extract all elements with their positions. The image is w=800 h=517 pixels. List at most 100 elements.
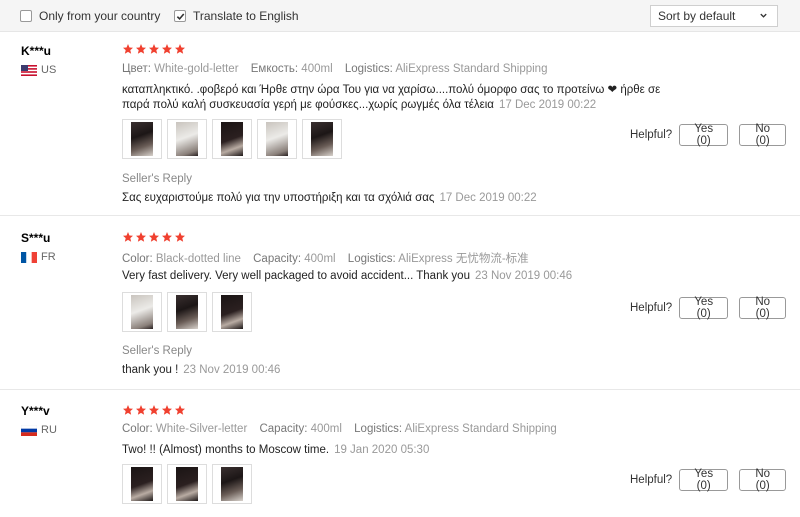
attr-key: Capacity: [253,253,302,265]
reviewer-name: Y***v [21,404,50,418]
star-icon [123,232,133,242]
country-code: FR [41,251,56,263]
attr-key: Logistics: [354,423,403,435]
review-photo-thumb[interactable] [167,464,207,504]
helpful-no-button[interactable]: No (0) [739,468,787,492]
star-icon [149,405,159,415]
country-code: RU [41,424,57,436]
review-photo-thumb[interactable] [122,292,162,332]
product-attributes: Color: White-Silver-letter Capacity: 400… [122,423,566,435]
product-attributes: Color: Black-dotted line Capacity: 400ml… [122,250,538,266]
translate-label: Translate to English [193,9,299,23]
star-icon [162,44,172,54]
reviewer-country: FR [21,251,56,263]
review-photos [122,464,252,504]
star-rating [122,404,186,416]
attr-value: AliExpress Standard Shipping [395,63,548,75]
review-photo-thumb[interactable] [167,292,207,332]
seller-reply-date: 17 Dec 2019 00:22 [439,192,537,204]
attr-value: White-Silver-letter [155,423,248,435]
reviewer-country: US [21,64,56,76]
reviewer-name: K***u [21,44,52,58]
checkmark-icon [176,12,184,20]
attr-key: Color: [122,253,153,265]
attr-value: 400ml [304,253,336,265]
review-body: Two! !! (Almost) months to Moscow time. [122,444,330,456]
review-photo-thumb[interactable] [122,464,162,504]
star-icon [162,232,172,242]
attr-key: Logistics: [347,253,396,265]
helpful-no-button[interactable]: No (0) [739,123,787,147]
filter-bar: Only from your country Translate to Engl… [0,0,800,32]
helpful-label: Helpful? [630,129,673,141]
review-photo-thumb[interactable] [212,464,252,504]
us-flag-icon [21,64,37,76]
helpful-yes-button[interactable]: Yes (0) [679,296,729,320]
helpful-yes-button[interactable]: Yes (0) [679,123,729,147]
attr-key: Емкость: [250,63,299,75]
review-photo-thumb[interactable] [167,119,207,159]
attr-value: AliExpress Standard Shipping [404,423,557,435]
star-icon [136,44,146,54]
star-icon [162,405,172,415]
review-body: Very fast delivery. Very well packaged t… [122,270,470,282]
ru-flag-icon [21,424,37,436]
only-country-filter[interactable]: Only from your country [20,9,160,23]
star-icon [149,232,159,242]
review-photo-thumb[interactable] [212,292,252,332]
seller-reply-body: Σας ευχαριστούμε πολύ για την υποστήριξη… [122,192,435,204]
helpful-vote: Helpful? Yes (0) No (0) [630,296,797,320]
review-date: 17 Dec 2019 00:22 [498,99,597,111]
attr-value: Black-dotted line [155,253,241,265]
seller-reply-text: thank you ! 23 Nov 2019 00:46 [122,364,280,376]
review-photo-thumb[interactable] [122,119,162,159]
reviewer-name: S***u [21,231,51,245]
star-icon [123,44,133,54]
country-code: US [41,64,57,76]
helpful-label: Helpful? [630,302,673,314]
only-country-checkbox[interactable] [20,10,32,22]
review-photo-thumb[interactable] [302,119,342,159]
review-date: 23 Nov 2019 00:46 [474,270,573,282]
review-photos [122,292,252,332]
review-photo-thumb[interactable] [212,119,252,159]
helpful-vote: Helpful? Yes (0) No (0) [630,468,797,492]
sort-dropdown[interactable]: Sort by default [650,5,778,27]
translate-filter[interactable]: Translate to English [174,9,299,23]
attr-value: 400ml [301,63,333,75]
only-country-label: Only from your country [39,9,161,23]
review-photos [122,119,342,159]
chevron-down-icon [760,13,767,18]
review-text: καταπληκτικό. .φοβερό και Ήρθε στην ώρα … [122,83,682,113]
seller-reply-label: Seller's Reply [122,345,192,357]
review-item: K***u US Цвет: White-gold-letter Емкость… [0,33,800,216]
review-item: S***u FR Color: Black-dotted line Capaci… [0,217,800,390]
attr-value: 400ml [310,423,342,435]
helpful-label: Helpful? [630,474,673,486]
seller-reply-label: Seller's Reply [122,173,192,185]
seller-reply-date: 23 Nov 2019 00:46 [183,364,281,376]
attr-key: Capacity: [259,423,308,435]
helpful-yes-button[interactable]: Yes (0) [679,468,729,492]
star-icon [136,405,146,415]
fr-flag-icon [21,251,37,263]
star-rating [122,231,186,243]
review-text: Very fast delivery. Very well packaged t… [122,269,682,284]
helpful-no-button[interactable]: No (0) [739,296,787,320]
star-icon [175,232,185,242]
star-icon [149,44,159,54]
attr-value: White-gold-letter [154,63,239,75]
helpful-vote: Helpful? Yes (0) No (0) [630,123,797,147]
reviewer-country: RU [21,424,57,436]
sort-selected-value: Sort by default [658,9,736,23]
translate-checkbox[interactable] [174,10,186,22]
star-icon [136,232,146,242]
review-text: Two! !! (Almost) months to Moscow time. 1… [122,443,682,458]
attr-value: AliExpress 无忧物流-标准 [398,253,529,265]
star-icon [175,405,185,415]
review-photo-thumb[interactable] [257,119,297,159]
attr-key: Logistics: [344,63,393,75]
star-icon [175,44,185,54]
star-rating [122,43,186,55]
seller-reply-body: thank you ! [122,364,179,376]
